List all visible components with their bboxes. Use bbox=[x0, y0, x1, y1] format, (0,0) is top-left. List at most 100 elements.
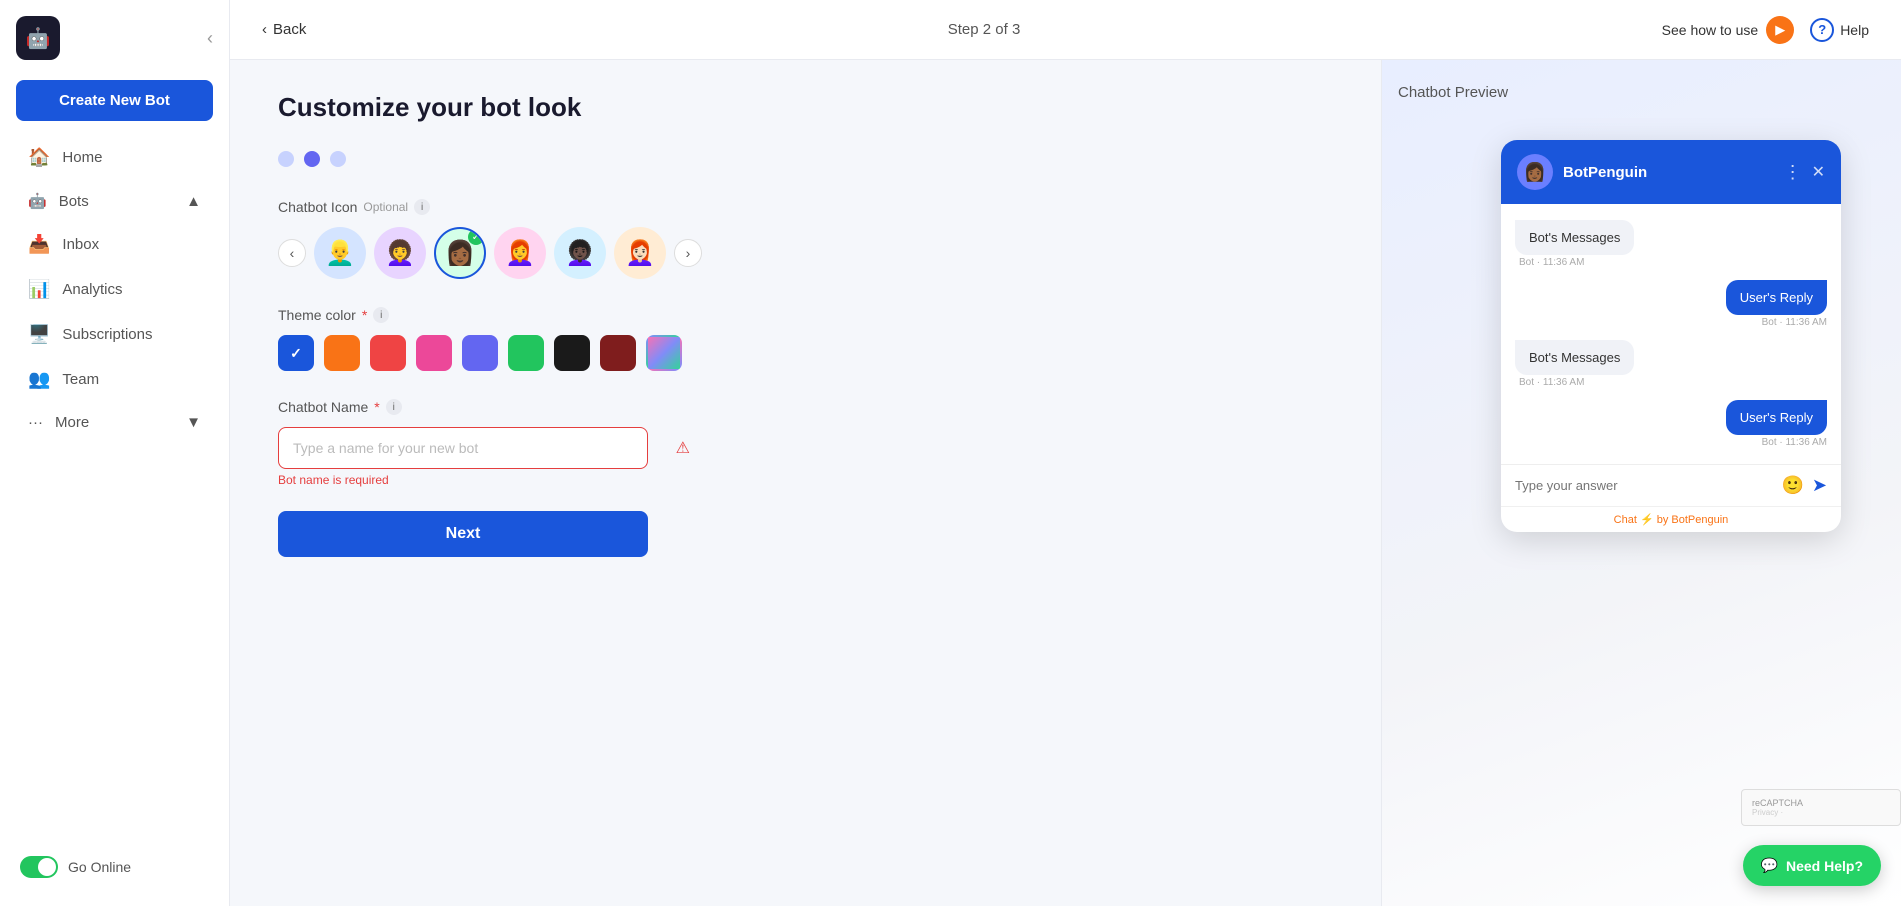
chatbot-name-input[interactable] bbox=[278, 427, 648, 469]
user-message-1: User's Reply Bot · 11:36 AM bbox=[1515, 280, 1827, 328]
chat-send-icon[interactable]: ➤ bbox=[1812, 475, 1827, 496]
step-dot-1 bbox=[278, 151, 294, 167]
chat-header-actions: ⋮ ✕ bbox=[1784, 162, 1825, 183]
chat-avatar-emoji: 👩🏾 bbox=[1524, 162, 1546, 183]
sidebar-item-bots[interactable]: 🤖 Bots ▲ bbox=[8, 182, 221, 220]
sidebar-item-more[interactable]: ··· More ▼ bbox=[8, 404, 221, 441]
chat-bot-name: BotPenguin bbox=[1563, 164, 1774, 181]
avatar-4[interactable]: 👩‍🦰 bbox=[494, 227, 546, 279]
help-circle-icon: ? bbox=[1810, 18, 1834, 42]
avatar-2[interactable]: 👩‍🦱 bbox=[374, 227, 426, 279]
color-swatch-darkred[interactable] bbox=[600, 335, 636, 371]
bot-time-1: Bot · 11:36 AM bbox=[1519, 257, 1827, 268]
user-time-2: Bot · 11:36 AM bbox=[1762, 437, 1827, 448]
bot-message-2: Bot's Messages Bot · 11:36 AM bbox=[1515, 340, 1827, 388]
color-swatch-black[interactable] bbox=[554, 335, 590, 371]
sidebar-item-analytics-label: Analytics bbox=[62, 281, 122, 298]
avatar-next-button[interactable]: › bbox=[674, 239, 702, 267]
avatar-3-check-icon: ✓ bbox=[468, 229, 484, 245]
step-indicator: Step 2 of 3 bbox=[948, 21, 1021, 38]
see-how-label: See how to use bbox=[1662, 22, 1759, 38]
step-dots bbox=[278, 151, 702, 167]
chat-options-icon[interactable]: ⋮ bbox=[1784, 162, 1802, 183]
inbox-icon: 📥 bbox=[28, 234, 50, 255]
sidebar-item-home-label: Home bbox=[62, 149, 102, 166]
color-swatch-green[interactable] bbox=[508, 335, 544, 371]
bots-expand-icon[interactable]: ▲ bbox=[186, 193, 201, 210]
chatbot-name-info-icon[interactable]: i bbox=[386, 399, 402, 415]
bot-bubble-2: Bot's Messages bbox=[1515, 340, 1634, 375]
chatbot-name-label: Chatbot Name * i bbox=[278, 399, 702, 415]
analytics-icon: 📊 bbox=[28, 279, 50, 300]
see-how-icon: ▶ bbox=[1766, 16, 1794, 44]
next-button[interactable]: Next bbox=[278, 511, 648, 557]
chatbot-name-required: * bbox=[374, 399, 379, 415]
step-dot-2 bbox=[304, 151, 320, 167]
back-button[interactable]: ‹ Back bbox=[262, 21, 306, 38]
sidebar-item-subscriptions[interactable]: 🖥️ Subscriptions bbox=[8, 314, 221, 355]
chatbot-icon-info-icon[interactable]: i bbox=[414, 199, 430, 215]
chat-emoji-icon[interactable]: 🙂 bbox=[1781, 475, 1803, 496]
sidebar-item-bots-label: Bots bbox=[59, 193, 89, 210]
theme-color-info-icon[interactable]: i bbox=[373, 307, 389, 323]
sidebar-item-inbox[interactable]: 📥 Inbox bbox=[8, 224, 221, 265]
chat-close-icon[interactable]: ✕ bbox=[1812, 162, 1825, 182]
avatar-6-emoji: 👩🏻‍🦰 bbox=[625, 239, 655, 268]
color-swatch-orange[interactable] bbox=[324, 335, 360, 371]
avatar-5-emoji: 👩🏿‍🦱 bbox=[565, 239, 595, 268]
home-icon: 🏠 bbox=[28, 147, 50, 168]
chat-widget: 👩🏾 BotPenguin ⋮ ✕ Bot's Messages Bot · 1… bbox=[1501, 140, 1841, 532]
help-button[interactable]: ? Help bbox=[1810, 18, 1869, 42]
create-new-bot-button[interactable]: Create New Bot bbox=[16, 80, 213, 121]
color-swatches: ✓ bbox=[278, 335, 702, 371]
chat-footer: Chat ⚡ by BotPenguin bbox=[1501, 506, 1841, 532]
step-dot-3 bbox=[330, 151, 346, 167]
error-message: Bot name is required bbox=[278, 473, 702, 487]
go-online-row: Go Online bbox=[0, 844, 229, 890]
user-time-1: Bot · 11:36 AM bbox=[1762, 317, 1827, 328]
avatar-1[interactable]: 👱‍♂️ bbox=[314, 227, 366, 279]
app-logo: 🤖 bbox=[16, 16, 60, 60]
avatar-prev-button[interactable]: ‹ bbox=[278, 239, 306, 267]
whatsapp-icon: 💬 bbox=[1761, 857, 1778, 874]
avatar-5[interactable]: 👩🏿‍🦱 bbox=[554, 227, 606, 279]
need-help-button[interactable]: 💬 Need Help? bbox=[1743, 845, 1881, 886]
see-how-button[interactable]: See how to use ▶ bbox=[1662, 16, 1795, 44]
topbar-right: See how to use ▶ ? Help bbox=[1662, 16, 1869, 44]
more-left: ··· More bbox=[28, 414, 89, 431]
collapse-sidebar-button[interactable]: ‹ bbox=[207, 28, 213, 49]
color-swatch-blue[interactable]: ✓ bbox=[278, 335, 314, 371]
avatar-3[interactable]: 👩🏾 ✓ bbox=[434, 227, 486, 279]
more-expand-icon[interactable]: ▼ bbox=[186, 414, 201, 431]
privacy-label: Privacy · bbox=[1752, 808, 1890, 817]
lightning-icon: ⚡ bbox=[1640, 514, 1657, 526]
color-swatch-pink[interactable] bbox=[416, 335, 452, 371]
chat-footer-brand: by BotPenguin bbox=[1657, 514, 1729, 526]
color-swatch-red[interactable] bbox=[370, 335, 406, 371]
bots-icon: 🤖 bbox=[28, 192, 47, 210]
color-swatch-indigo[interactable] bbox=[462, 335, 498, 371]
bot-message-1: Bot's Messages Bot · 11:36 AM bbox=[1515, 220, 1827, 268]
subscriptions-icon: 🖥️ bbox=[28, 324, 50, 345]
sidebar-item-home[interactable]: 🏠 Home bbox=[8, 137, 221, 178]
go-online-label: Go Online bbox=[68, 859, 131, 875]
chat-body: Bot's Messages Bot · 11:36 AM User's Rep… bbox=[1501, 204, 1841, 464]
go-online-toggle[interactable] bbox=[20, 856, 58, 878]
sidebar-item-subscriptions-label: Subscriptions bbox=[62, 326, 152, 343]
sidebar-item-inbox-label: Inbox bbox=[62, 236, 99, 253]
sidebar-item-analytics[interactable]: 📊 Analytics bbox=[8, 269, 221, 310]
chat-footer-text: Chat bbox=[1614, 514, 1637, 526]
chat-input-row: 🙂 ➤ bbox=[1501, 464, 1841, 506]
user-message-2: User's Reply Bot · 11:36 AM bbox=[1515, 400, 1827, 448]
chat-type-input[interactable] bbox=[1515, 478, 1773, 493]
avatar-row: ‹ 👱‍♂️ 👩‍🦱 👩🏾 ✓ 👩‍🦰 bbox=[278, 227, 702, 279]
sidebar-item-team[interactable]: 👥 Team bbox=[8, 359, 221, 400]
avatar-6[interactable]: 👩🏻‍🦰 bbox=[614, 227, 666, 279]
team-icon: 👥 bbox=[28, 369, 50, 390]
color-swatch-gradient[interactable] bbox=[646, 335, 682, 371]
user-bubble-2: User's Reply bbox=[1726, 400, 1827, 435]
back-label: Back bbox=[273, 21, 306, 38]
theme-color-required: * bbox=[362, 307, 367, 323]
bot-bubble-1: Bot's Messages bbox=[1515, 220, 1634, 255]
bots-left: 🤖 Bots bbox=[28, 192, 89, 210]
